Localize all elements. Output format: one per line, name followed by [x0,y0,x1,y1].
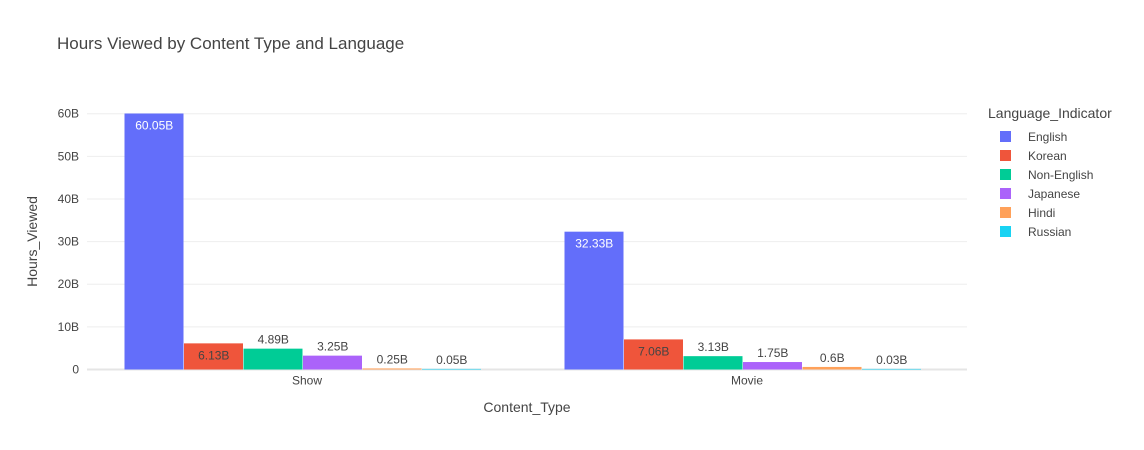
data-label: 1.75B [757,346,788,360]
bar-hindi [362,368,422,370]
legend-label: Russian [1028,224,1072,239]
plot-area: 0 10B 20B 30B 40B 50B 60B 60.05B 6.13B 4.89B 3.25B… [24,107,967,415]
y-axis-title: Hours_Viewed [24,196,40,287]
bar-russian [862,368,921,370]
legend-label: Japanese [1028,186,1081,201]
chart: Hours Viewed by Content Type and Languag… [0,0,1144,450]
x-axis-title: Content_Type [483,399,570,415]
legend-swatch [1000,169,1011,180]
bar-non-english [243,348,303,370]
y-tick-label: 20B [58,277,79,291]
legend-item-non-english[interactable]: Non-English [988,165,1112,184]
legend-title: Language_Indicator [988,105,1112,121]
legend-label: English [1028,129,1068,144]
y-tick-label: 60B [58,107,79,121]
bar-japanese [303,355,362,370]
legend-items: English Korean Non-English Japanese Hindi Rus… [988,127,1112,241]
bar-english [564,231,624,370]
legend-item-russian[interactable]: Russian [988,222,1112,241]
legend-item-english[interactable]: English [988,127,1112,146]
data-label: 32.33B [575,237,613,251]
bar-hindi [802,366,862,370]
bar-non-english [683,356,743,370]
data-label: 3.25B [317,340,348,354]
bar-russian [422,368,481,370]
y-tick-label: 30B [58,235,79,249]
legend-item-korean[interactable]: Korean [988,146,1112,165]
legend-swatch [1000,226,1011,237]
data-label: 0.05B [436,353,467,367]
legend-item-hindi[interactable]: Hindi [988,203,1112,222]
bar-english [124,113,184,370]
y-tick-label: 40B [58,192,79,206]
bar-japanese [743,362,802,370]
legend-label: Korean [1028,148,1067,163]
legend-label: Hindi [1028,205,1056,220]
legend-swatch [1000,131,1011,142]
data-label: 7.06B [638,344,669,358]
y-tick-label: 10B [58,320,79,334]
data-label: 0.25B [377,352,408,366]
legend-swatch [1000,150,1011,161]
y-tick-label: 0 [72,363,79,377]
legend-item-japanese[interactable]: Japanese [988,184,1112,203]
data-label: 0.6B [820,351,845,365]
x-tick-label: Show [292,374,322,388]
legend-swatch [1000,188,1011,199]
data-label: 4.89B [258,333,289,347]
data-label: 6.13B [198,348,229,362]
x-tick-label: Movie [731,374,763,388]
data-label: 0.03B [876,353,907,367]
data-label: 3.13B [698,340,729,354]
legend: Language_Indicator English Korean Non-Engl… [988,105,1112,241]
legend-swatch [1000,207,1011,218]
data-label: 60.05B [135,119,173,133]
y-tick-label: 50B [58,149,79,163]
legend-label: Non-English [1028,167,1094,182]
